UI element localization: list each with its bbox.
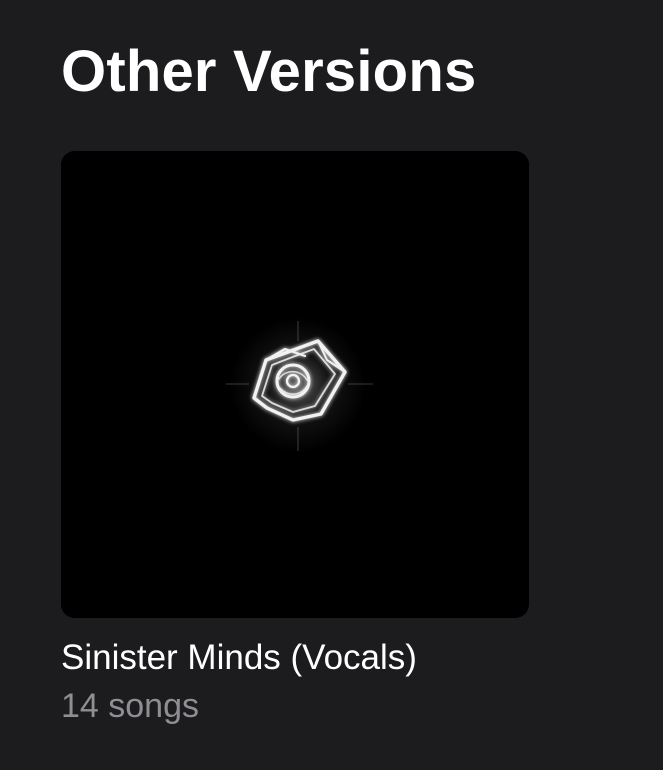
song-count: 14 songs — [61, 687, 199, 725]
album-title[interactable]: Sinister Minds (Vocals) — [61, 636, 417, 680]
other-versions-section: Other Versions Sinister Minds (Vocals) 1… — [0, 0, 663, 770]
album-card[interactable]: Sinister Minds (Vocals) 14 songs — [61, 151, 529, 725]
crystal-emblem-icon — [61, 151, 529, 618]
album-artwork[interactable] — [61, 151, 529, 618]
section-title: Other Versions — [61, 39, 477, 104]
